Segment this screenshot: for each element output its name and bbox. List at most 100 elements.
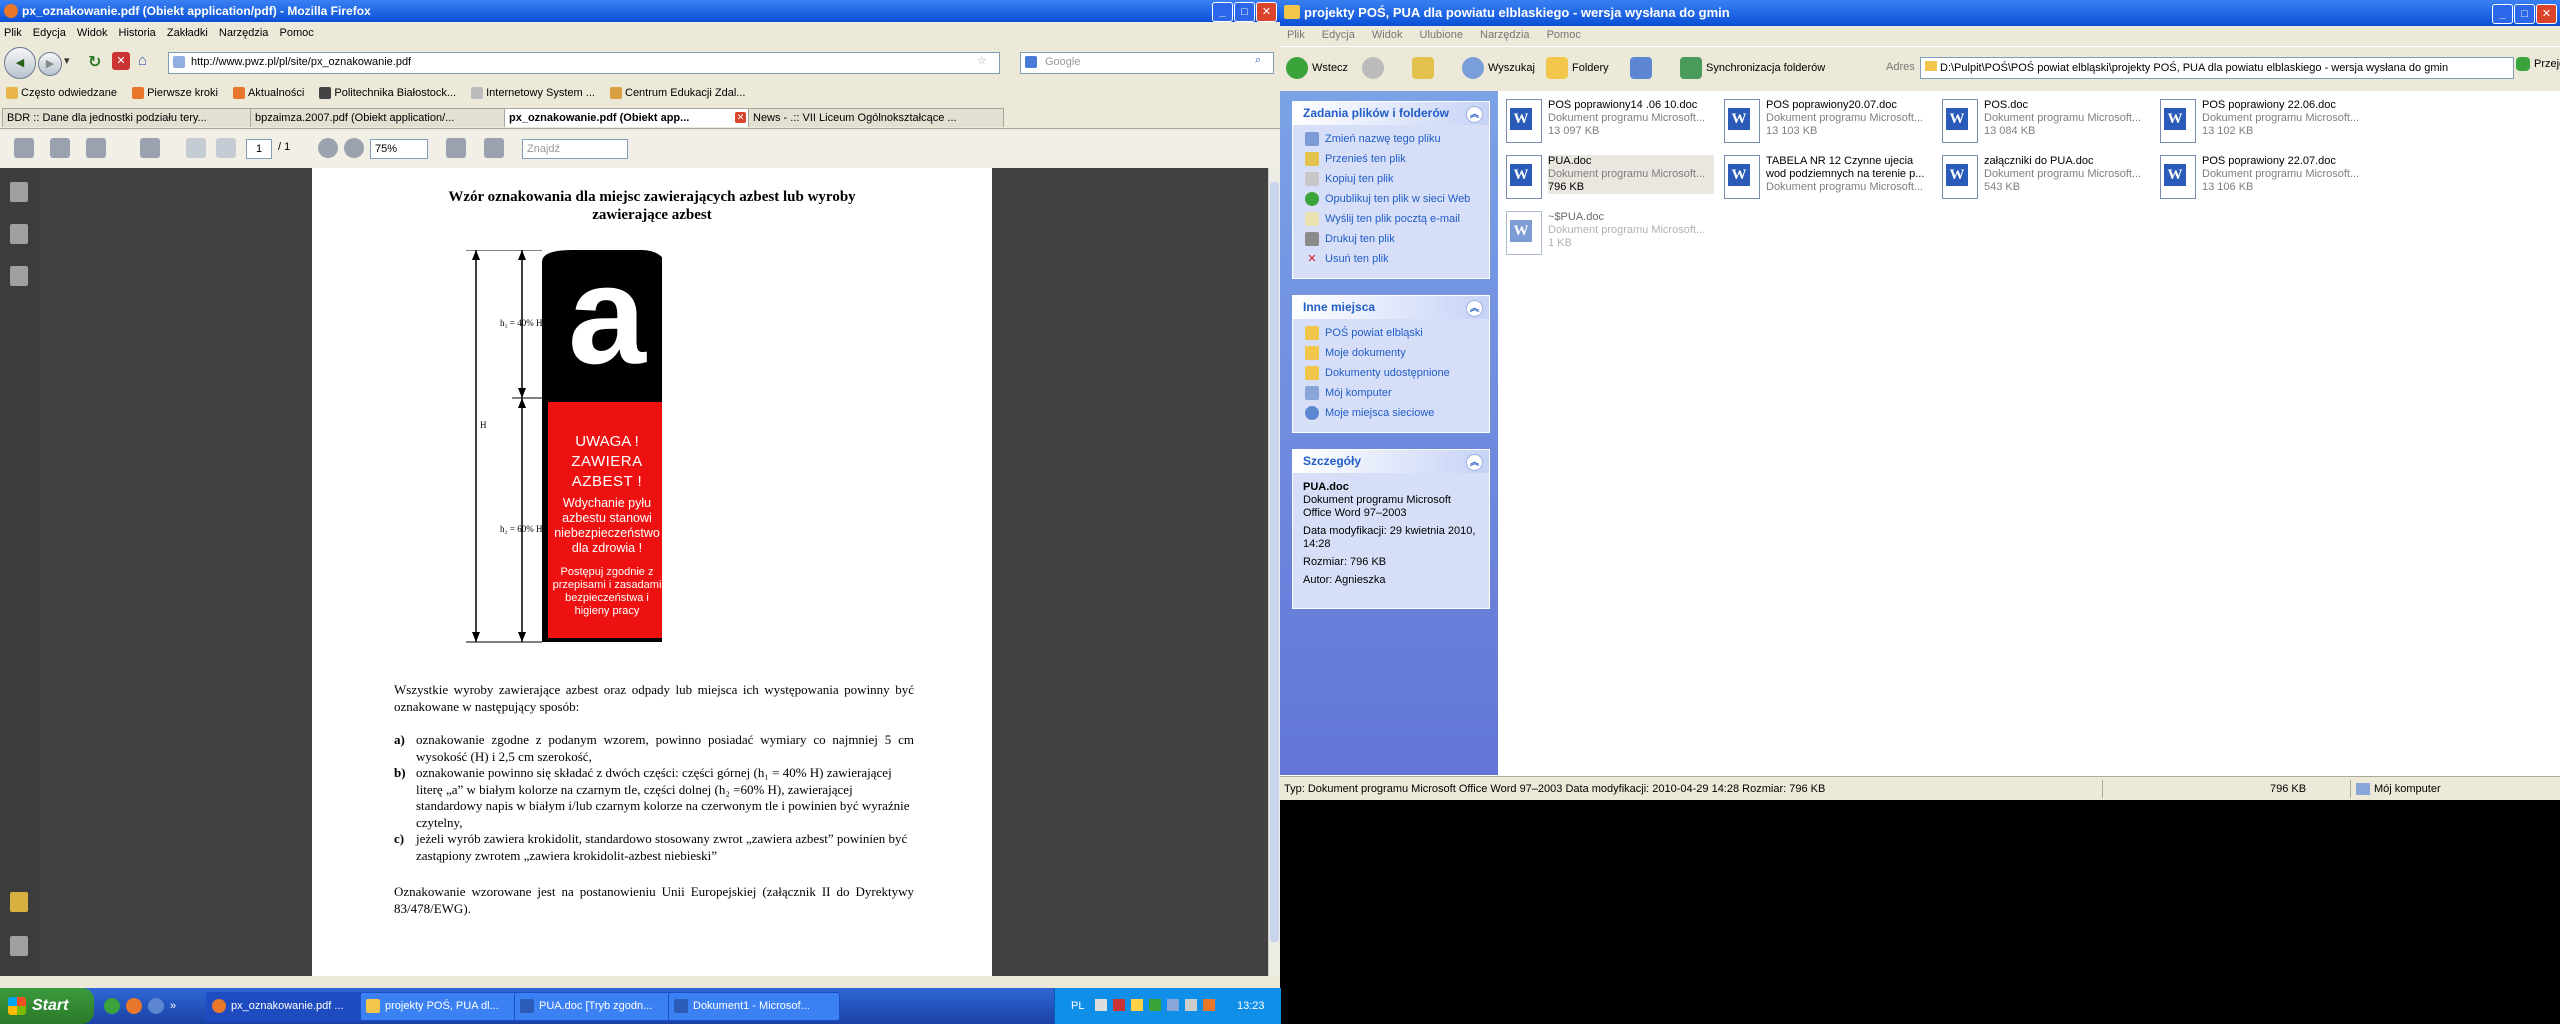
tab[interactable]: News - .:: VII Liceum Ogólnokształcące .… [748,108,1004,127]
minimize-button[interactable]: _ [1212,2,1233,22]
hand-tool-icon[interactable] [140,138,160,158]
home-icon[interactable]: ⌂ [138,52,156,70]
tab[interactable]: bpzaimza.2007.pdf (Obiekt application/..… [250,108,506,127]
file-item[interactable]: załączniki do PUA.docDokument programu M… [1938,151,2150,203]
bookmark-item[interactable]: Internetowy System ... [471,82,595,104]
search-box[interactable]: Google ⌕ [1020,52,1274,74]
comments-icon[interactable] [10,892,28,912]
forward-button[interactable]: ▶ [38,52,62,76]
quick-launch-icon[interactable] [104,998,120,1014]
file-item-selected[interactable]: PUA.docDokument programu Microsoft...796… [1502,151,1714,203]
panel-header[interactable]: Zadania plików i folderów ︽ [1293,102,1489,125]
print-icon[interactable] [14,138,34,158]
start-button[interactable]: Start [0,988,94,1024]
file-item[interactable]: POŚ poprawiony20.07.docDokument programu… [1720,95,1932,147]
maximize-button[interactable]: □ [1234,2,1255,22]
collapse-icon[interactable]: ︽ [1466,454,1483,471]
reload-icon[interactable]: ↻ [88,52,106,71]
back-button[interactable]: Wstecz [1286,57,1348,79]
bookmark-item[interactable]: Pierwsze kroki [132,82,218,104]
quick-launch-icon[interactable] [148,998,164,1014]
menu-view[interactable]: Widok [73,24,112,42]
email-file-link[interactable]: Wyślij ten plik pocztą e-mail [1293,209,1489,229]
pages-icon[interactable] [10,182,28,202]
sync-button[interactable]: Synchronizacja folderów [1680,57,1825,79]
volume-icon[interactable] [1185,999,1197,1011]
tray-icon[interactable] [1131,999,1143,1011]
views-button[interactable] [1630,57,1652,79]
go-button[interactable]: Przejdź [2516,57,2560,71]
delete-file-link[interactable]: ✕ Usuń ten plik [1293,249,1489,269]
language-indicator[interactable]: PL [1071,988,1084,1024]
place-link[interactable]: Dokumenty udostępnione [1293,363,1489,383]
rename-file-link[interactable]: Zmień nazwę tego pliku [1293,129,1489,149]
folders-button[interactable]: Foldery [1546,57,1609,79]
bookmark-item[interactable]: Często odwiedzane [6,82,117,104]
tab[interactable]: BDR :: Dane dla jednostki podziału tery.… [2,108,252,127]
task-firefox[interactable]: px_oznakowanie.pdf ... [206,992,378,1021]
place-link[interactable]: Moje miejsca sieciowe [1293,403,1489,423]
zoom-in-icon[interactable] [344,138,364,158]
url-bar[interactable]: http://www.pwz.pl/pl/site/px_oznakowanie… [168,52,1000,74]
address-bar[interactable]: D:\Pulpit\POŚ\POŚ powiat elbląski\projek… [1920,57,2514,79]
tray-icon[interactable] [1095,999,1107,1011]
up-folder-button[interactable] [1412,57,1434,79]
zoom-select[interactable]: 75% [370,139,428,159]
bookmark-item[interactable]: Aktualności [233,82,304,104]
quick-launch-expand-icon[interactable]: » [170,1000,176,1012]
page-number-input[interactable]: 1 [246,139,272,159]
menu-help[interactable]: Pomoc [276,24,318,42]
email-icon[interactable] [86,138,106,158]
task-word-doc1[interactable]: Dokument1 - Microsof... [668,992,840,1021]
previous-page-icon[interactable] [186,138,206,158]
task-word-pua[interactable]: PUA.doc [Tryb zgodn... [514,992,686,1021]
menu-view[interactable]: Widok [1365,26,1410,44]
collapse-icon[interactable]: ︽ [1466,106,1483,123]
clock[interactable]: 13:23 [1237,988,1265,1024]
place-link[interactable]: Mój komputer [1293,383,1489,403]
move-file-link[interactable]: Przenieś ten plik [1293,149,1489,169]
firefox-quick-launch-icon[interactable] [126,998,142,1014]
layers-icon[interactable] [10,266,28,286]
panel-header[interactable]: Inne miejsca ︽ [1293,296,1489,319]
tab-active[interactable]: px_oznakowanie.pdf (Obiekt app... ✕ [504,108,750,127]
find-input[interactable]: Znajdź [522,139,628,159]
next-page-icon[interactable] [216,138,236,158]
menu-history[interactable]: Historia [115,24,160,42]
file-item[interactable]: POŚ poprawiony 22.06.docDokument program… [2156,95,2368,147]
place-link[interactable]: Moje dokumenty [1293,343,1489,363]
search-button[interactable]: Wyszukaj [1462,57,1535,79]
task-explorer[interactable]: projekty POŚ, PUA dl... [360,992,532,1021]
collapse-icon[interactable]: ︽ [1466,300,1483,317]
tray-icon[interactable] [1149,999,1161,1011]
print-file-link[interactable]: Drukuj ten plik [1293,229,1489,249]
fit-page-icon[interactable] [446,138,466,158]
tray-icon[interactable] [1113,999,1125,1011]
save-icon[interactable] [50,138,70,158]
menu-help[interactable]: Pomoc [1540,26,1588,44]
place-link[interactable]: POŚ powiat elbląski [1293,323,1489,343]
menu-tools[interactable]: Narzędzia [215,24,273,42]
forward-button[interactable] [1362,57,1384,79]
panel-header[interactable]: Szczegóły ︽ [1293,450,1489,473]
file-item[interactable]: POŚ poprawiony14 .06 10.docDokument prog… [1502,95,1714,147]
tray-icon[interactable] [1203,999,1215,1011]
menu-file[interactable]: Plik [1280,26,1312,44]
file-item[interactable]: POŚ poprawiony 22.07.docDokument program… [2156,151,2368,203]
menu-bookmarks[interactable]: Zakładki [163,24,212,42]
close-tab-icon[interactable]: ✕ [735,112,746,123]
stop-icon[interactable]: ✕ [112,52,130,70]
scroll-thumb[interactable] [1270,182,1279,942]
fit-width-icon[interactable] [484,138,504,158]
back-button[interactable]: ◀ [4,47,36,79]
close-button[interactable]: ✕ [1256,2,1277,22]
network-icon[interactable] [1167,999,1179,1011]
search-icon[interactable]: ⌕ [1255,54,1261,67]
menu-tools[interactable]: Narzędzia [1473,26,1537,44]
bookmark-item[interactable]: Politechnika Białostock... [319,82,456,104]
file-item[interactable]: POS.docDokument programu Microsoft...13 … [1938,95,2150,147]
zoom-out-icon[interactable] [318,138,338,158]
publish-web-link[interactable]: Opublikuj ten plik w sieci Web [1293,189,1489,209]
menu-edit[interactable]: Edycja [1315,26,1362,44]
file-item-hidden[interactable]: ~$PUA.docDokument programu Microsoft...1… [1502,207,1714,259]
